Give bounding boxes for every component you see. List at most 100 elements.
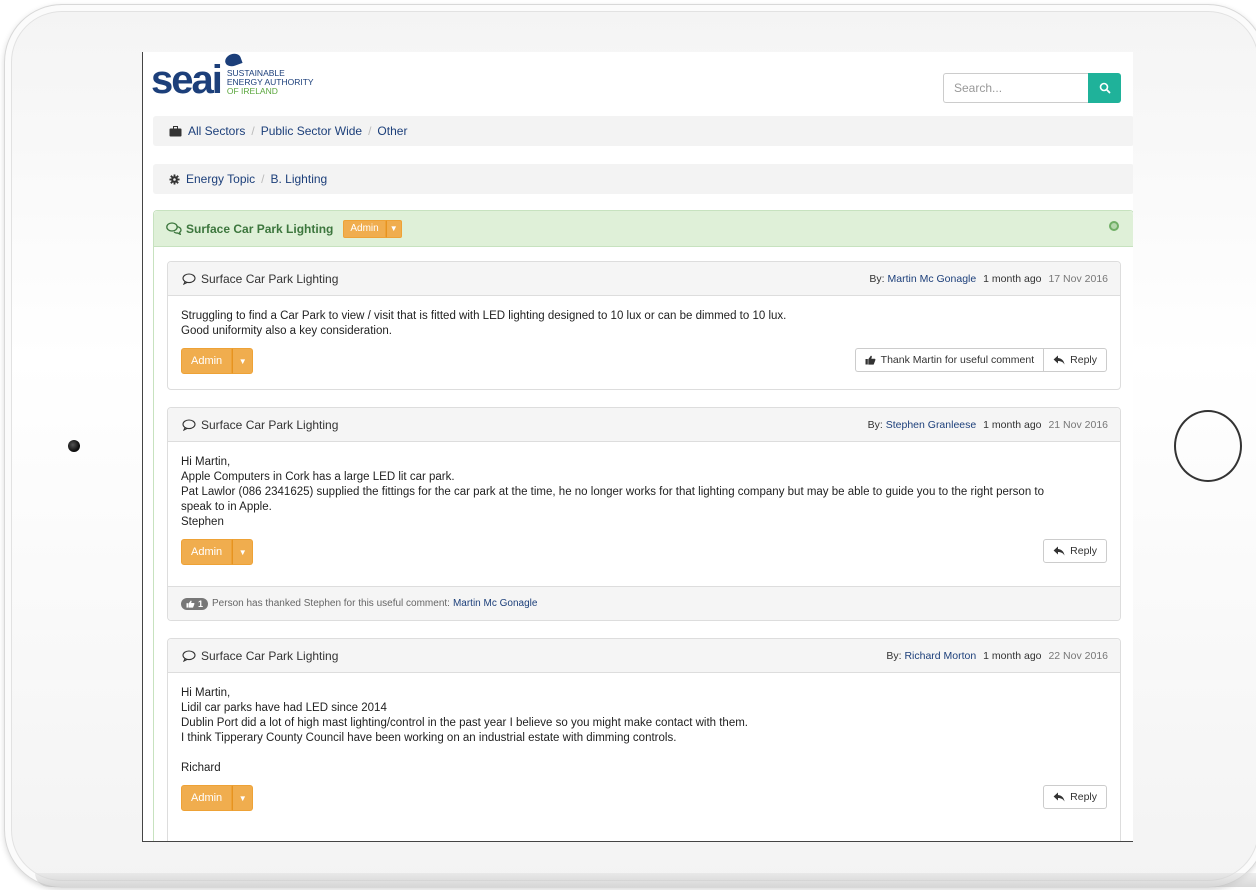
reply-icon <box>1053 355 1065 365</box>
reply-button[interactable]: Reply <box>1043 539 1107 563</box>
thanks-count: 1 <box>198 598 204 609</box>
post-body: Hi Martin, Apple Computers in Cork has a… <box>168 442 1120 530</box>
post-line: Hi Martin, <box>181 687 231 699</box>
breadcrumb-all-sectors[interactable]: All Sectors <box>188 124 245 138</box>
tablet-edge <box>35 873 1256 887</box>
breadcrumb-separator: / <box>251 124 255 138</box>
post-line: Dublin Port did a lot of high mast light… <box>181 717 748 729</box>
caret-down-icon[interactable]: ▼ <box>232 539 254 565</box>
admin-label[interactable]: Admin <box>181 539 233 565</box>
post-author-link[interactable]: Martin Mc Gonagle <box>888 273 977 285</box>
header: seai SUSTAINABLE ENERGY AUTHORITY OF IRE… <box>143 52 1133 114</box>
post-author-link[interactable]: Stephen Granleese <box>886 419 976 431</box>
post-button-group: Thank Martin for useful comment Reply <box>854 348 1107 372</box>
post-meta: By: Richard Morton 1 month ago 22 Nov 20… <box>886 650 1108 662</box>
breadcrumb-other[interactable]: Other <box>377 124 407 138</box>
seai-logo[interactable]: seai SUSTAINABLE ENERGY AUTHORITY OF IRE… <box>151 52 314 100</box>
topic-header: Surface Car Park Lighting Admin ▼ <box>154 211 1133 247</box>
reply-label: Reply <box>1070 545 1097 557</box>
post-title: Surface Car Park Lighting <box>201 417 339 432</box>
status-dot-icon[interactable] <box>1109 221 1119 231</box>
admin-label[interactable]: Admin <box>181 785 233 811</box>
search-button[interactable] <box>1088 73 1121 103</box>
gear-icon <box>169 173 180 185</box>
topic-title: Surface Car Park Lighting <box>186 221 334 236</box>
topic-admin-dropdown[interactable]: Admin ▼ <box>343 219 402 238</box>
post-date: 22 Nov 2016 <box>1048 650 1108 662</box>
reply-button[interactable]: Reply <box>1043 348 1107 372</box>
post-card: Surface Car Park Lighting By: Stephen Gr… <box>167 407 1121 621</box>
post-meta: By: Stephen Granleese 1 month ago 21 Nov… <box>868 419 1108 431</box>
thumbs-up-icon <box>186 600 195 608</box>
post-line: Stephen <box>181 516 224 528</box>
post-author-link[interactable]: Richard Morton <box>904 650 976 662</box>
thanks-by-link[interactable]: Martin Mc Gonagle <box>453 598 537 609</box>
caret-down-icon[interactable]: ▼ <box>232 785 254 811</box>
thumbs-up-icon <box>865 355 876 365</box>
by-label: By: <box>886 650 902 662</box>
post-ago: 1 month ago <box>983 273 1042 285</box>
logo-line-3: OF IRELAND <box>226 85 278 96</box>
thanks-badge: 1 <box>181 597 209 610</box>
home-button[interactable] <box>1174 410 1242 482</box>
logo-swoosh-icon <box>223 52 243 69</box>
search-box <box>943 73 1121 103</box>
caret-down-icon[interactable]: ▼ <box>232 348 254 374</box>
post-body: Struggling to find a Car Park to view / … <box>168 296 1120 339</box>
comment-icon <box>182 418 196 431</box>
thanks-text: Person has thanked Stephen for this usef… <box>212 598 450 609</box>
reply-icon <box>1053 792 1065 802</box>
logo-word: seai <box>151 52 243 100</box>
post-date: 21 Nov 2016 <box>1048 419 1108 431</box>
post-actions: Admin ▼ Reply <box>168 776 1120 818</box>
post-admin-dropdown[interactable]: Admin ▼ <box>181 539 254 565</box>
post-body: Hi Martin, Lidil car parks have had LED … <box>168 673 1120 776</box>
comments-icon <box>166 222 182 235</box>
post-button-group: Reply <box>1043 539 1107 563</box>
post-header: Surface Car Park Lighting By: Martin Mc … <box>168 262 1120 296</box>
post-button-group: Reply <box>1043 785 1107 809</box>
post-card: Surface Car Park Lighting By: Martin Mc … <box>167 261 1121 390</box>
thank-button[interactable]: Thank Martin for useful comment <box>854 348 1044 372</box>
comment-icon <box>182 649 196 662</box>
post-line: Lidil car parks have had LED since 2014 <box>181 702 387 714</box>
reply-icon <box>1053 546 1065 556</box>
post-date: 17 Nov 2016 <box>1048 273 1108 285</box>
thanks-footer: 1 Person has thanked Stephen for this us… <box>168 586 1120 620</box>
screen: seai SUSTAINABLE ENERGY AUTHORITY OF IRE… <box>142 52 1133 842</box>
post-card: Surface Car Park Lighting By: Richard Mo… <box>167 638 1121 841</box>
camera-icon <box>68 440 80 452</box>
topic-breadcrumb: Energy Topic / B. Lighting <box>153 164 1133 194</box>
thank-label: Thank Martin for useful comment <box>880 354 1035 366</box>
reply-label: Reply <box>1070 354 1097 366</box>
post-line: I think Tipperary County Council have be… <box>181 732 677 744</box>
breadcrumb-public-sector-wide[interactable]: Public Sector Wide <box>261 124 362 138</box>
post-header: Surface Car Park Lighting By: Richard Mo… <box>168 639 1120 673</box>
post-line <box>181 746 1107 761</box>
post-line: Apple Computers in Cork has a large LED … <box>181 471 455 483</box>
post-meta: By: Martin Mc Gonagle 1 month ago 17 Nov… <box>869 273 1108 285</box>
search-icon <box>1099 82 1110 94</box>
logo-text: SUSTAINABLE ENERGY AUTHORITY OF IRELAND <box>226 68 314 96</box>
comment-icon <box>182 272 196 285</box>
post-ago: 1 month ago <box>983 650 1042 662</box>
reply-button[interactable]: Reply <box>1043 785 1107 809</box>
search-input[interactable] <box>943 73 1088 103</box>
post-line: Richard <box>181 762 221 774</box>
breadcrumb-b-lighting[interactable]: B. Lighting <box>271 172 328 186</box>
by-label: By: <box>867 419 883 431</box>
post-line: Good uniformity also a key consideration… <box>181 325 392 337</box>
by-label: By: <box>869 273 885 285</box>
post-line: Hi Martin, <box>181 456 231 468</box>
breadcrumb-separator: / <box>368 124 372 138</box>
post-admin-dropdown[interactable]: Admin ▼ <box>181 348 254 374</box>
breadcrumb-energy-topic[interactable]: Energy Topic <box>186 172 255 186</box>
caret-down-icon[interactable]: ▼ <box>385 219 402 238</box>
post-line: speak to in Apple. <box>181 501 272 513</box>
topic-admin-label[interactable]: Admin <box>343 219 386 238</box>
reply-label: Reply <box>1070 791 1097 803</box>
post-line: Pat Lawlor (086 2341625) supplied the fi… <box>181 486 1045 498</box>
admin-label[interactable]: Admin <box>181 348 233 374</box>
sector-breadcrumb: All Sectors / Public Sector Wide / Other <box>153 116 1133 146</box>
post-admin-dropdown[interactable]: Admin ▼ <box>181 785 254 811</box>
